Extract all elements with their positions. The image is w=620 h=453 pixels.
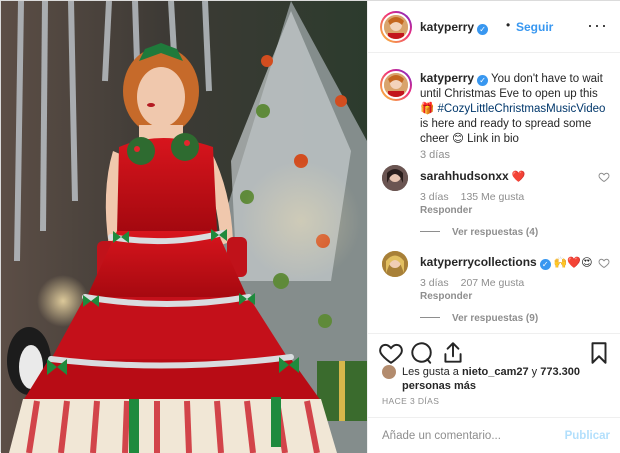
avatar-image (382, 251, 408, 277)
caption-text-end: is here and ready to spread some cheer 😊… (420, 118, 592, 145)
avatar-image (384, 73, 408, 97)
comment-item: katyperrycollections ✓ 🙌❤️😍 3 días 207 Me g… (368, 251, 620, 331)
view-replies-label: Ver respuestas (4) (452, 227, 539, 238)
reply-button[interactable]: Responder (420, 205, 472, 216)
commenter-username[interactable]: katyperrycollections (420, 255, 537, 269)
verified-badge-icon: ✓ (539, 259, 551, 270)
comment-line: sarahhudsonxx ❤️ (420, 169, 525, 183)
comment-line: katyperrycollections ✓ 🙌❤️😍 (420, 255, 593, 270)
replies-divider (420, 231, 440, 232)
view-replies-label: Ver respuestas (9) (452, 313, 539, 324)
more-options-icon[interactable]: ··· (587, 15, 608, 36)
comment-meta: 3 días 207 Me gusta (420, 277, 524, 289)
comment-meta: 3 días 135 Me gusta (420, 191, 524, 203)
comment-likes[interactable]: 135 Me gusta (461, 191, 525, 203)
publish-button[interactable]: Publicar (565, 430, 610, 442)
comment-time[interactable]: 3 días (420, 191, 449, 203)
comment-input[interactable]: Añade un comentario... (382, 430, 501, 442)
like-comment-heart-icon[interactable] (598, 171, 610, 183)
likes-prefix: Les gusta a (402, 366, 462, 378)
like-comment-heart-icon[interactable] (598, 257, 610, 269)
comment-text: 🙌❤️😍 (553, 257, 593, 269)
commenter-avatar[interactable] (382, 165, 408, 191)
comments-list[interactable]: katyperry ✓ You don't have to wait until … (368, 53, 620, 333)
post-sidebar: katyperry ✓ • Seguir ··· katyperry ✓ You d… (367, 1, 620, 453)
separator-dot: • (506, 18, 511, 32)
reply-button[interactable]: Responder (420, 291, 472, 302)
caption-time[interactable]: 3 días (420, 149, 450, 161)
liker-avatar[interactable] (382, 365, 396, 379)
view-replies-button[interactable]: Ver respuestas (4) (420, 227, 538, 238)
replies-divider (420, 317, 440, 318)
view-replies-button[interactable]: Ver respuestas (9) (420, 313, 538, 324)
likes-text: Les gusta a nieto_cam27 y 773.300 person… (402, 365, 612, 393)
instagram-post: katyperry ✓ • Seguir ··· katyperry ✓ You d… (0, 0, 620, 453)
avatar-image (384, 15, 408, 39)
avatar-image (382, 165, 408, 191)
comment-item: sarahhudsonxx ❤️ 3 días 135 Me gusta Respo… (368, 165, 620, 245)
comment-text: ❤️ (511, 171, 526, 183)
post-photo-illustration (1, 1, 367, 453)
post-photo[interactable] (1, 1, 367, 453)
commenter-avatar[interactable] (382, 251, 408, 277)
verified-badge-icon: ✓ (477, 24, 489, 35)
caption-hashtag-link[interactable]: #CozyLittleChristmasMusicVideo (438, 103, 606, 115)
follow-button[interactable]: Seguir (516, 20, 553, 34)
caption-username[interactable]: katyperry (420, 71, 474, 85)
comment-likes[interactable]: 207 Me gusta (461, 277, 525, 289)
author-username[interactable]: katyperry (420, 20, 474, 34)
liker-username[interactable]: nieto_cam27 (462, 366, 529, 378)
likes-conjunction: y (528, 366, 541, 378)
author-avatar[interactable] (382, 13, 410, 41)
post-timestamp[interactable]: HACE 3 DÍAS (382, 396, 439, 406)
caption: katyperry ✓ You don't have to wait until … (420, 71, 610, 147)
post-header: katyperry ✓ • Seguir ··· (368, 1, 620, 53)
comment-time[interactable]: 3 días (420, 277, 449, 289)
commenter-username[interactable]: sarahhudsonxx (420, 169, 509, 183)
caption-author-avatar[interactable] (382, 71, 410, 99)
author-username-row[interactable]: katyperry ✓ (420, 20, 489, 35)
verified-badge-icon: ✓ (477, 75, 489, 86)
add-comment-bar: Añade un comentario... Publicar (368, 417, 620, 453)
